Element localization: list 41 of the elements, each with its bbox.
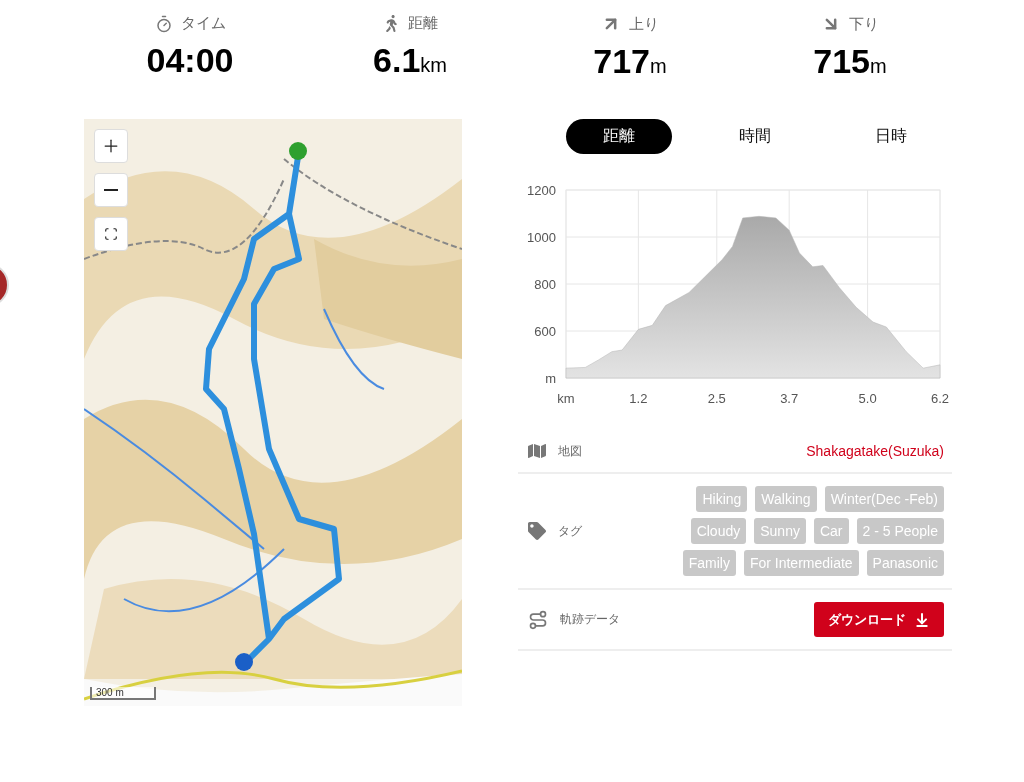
stat-label: 上り — [629, 14, 659, 34]
stat-label: 下り — [849, 14, 879, 34]
map-scale: 300 m — [90, 687, 156, 700]
stat-unit: m — [650, 55, 667, 78]
download-icon — [914, 611, 930, 628]
chart-tab[interactable]: 日時 — [838, 119, 944, 154]
row-label: タグ — [558, 522, 583, 540]
tag-icon — [528, 522, 546, 540]
x-tick-label: 6.2 — [930, 391, 950, 406]
stat-unit: m — [870, 55, 887, 78]
y-tick-label: 1200 — [527, 183, 556, 198]
zoom-out-button[interactable] — [94, 173, 128, 207]
y-tick-label: 600 — [534, 324, 556, 339]
y-tick-label: 1000 — [527, 230, 556, 245]
stat-label: タイム — [180, 14, 226, 33]
x-tick-label: km — [557, 391, 575, 406]
chart-tab[interactable]: 時間 — [702, 119, 808, 154]
route-icon — [528, 609, 548, 630]
stopwatch-icon — [154, 14, 173, 33]
x-tick-label: 1.2 — [629, 391, 648, 406]
x-tick-label: 2.5 — [707, 391, 726, 406]
fullscreen-icon — [104, 227, 118, 241]
y-tick-label: 800 — [534, 277, 556, 292]
download-button[interactable]: ダウンロード — [814, 602, 944, 637]
row-label: 軌跡データ — [560, 611, 621, 628]
map-icon — [528, 442, 546, 460]
map-link[interactable]: Shakagatake(Suzuka) — [806, 443, 944, 459]
stat-label: 距離 — [407, 14, 438, 33]
chart-tab[interactable]: 距離 — [566, 119, 672, 154]
stat-value: 715 — [813, 42, 871, 81]
stat-value: 717 — [593, 42, 651, 81]
stat-unit: km — [420, 54, 447, 77]
stat-value: 6.1 — [373, 41, 421, 80]
x-tick-label: 3.7 — [780, 391, 799, 406]
minus-icon — [104, 189, 118, 191]
fullscreen-button[interactable] — [94, 217, 128, 251]
stat-value: 04:00 — [146, 41, 234, 80]
y-tick-label: m — [545, 371, 556, 386]
x-tick-label: 5.0 — [858, 391, 877, 406]
zoom-in-button[interactable] — [94, 129, 128, 163]
row-label: 地図 — [558, 442, 583, 460]
